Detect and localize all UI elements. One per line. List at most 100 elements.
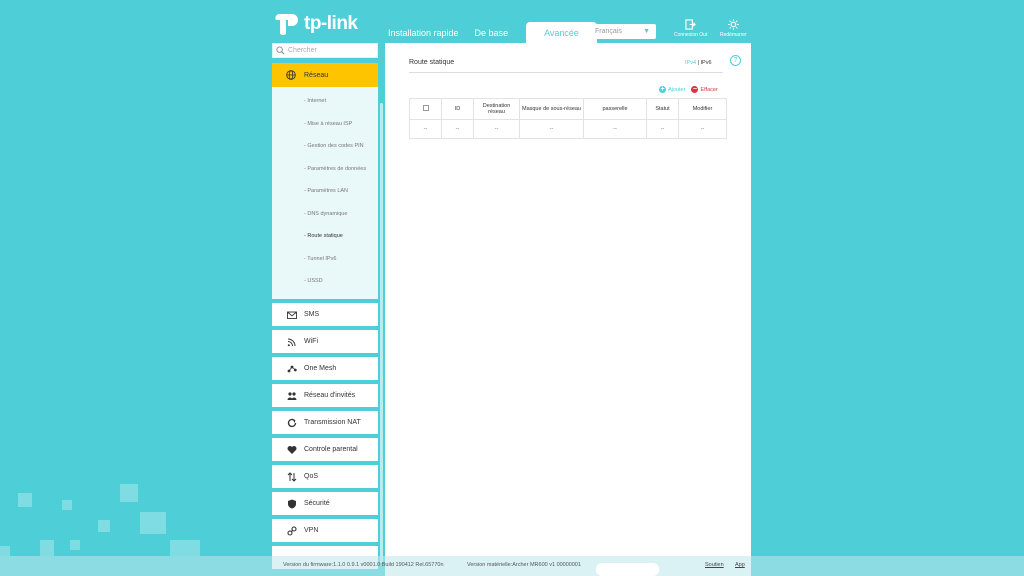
table-cell: -- bbox=[678, 119, 727, 139]
table-cell: -- bbox=[409, 119, 442, 139]
sidebar-item-parental-control[interactable]: Controle parental bbox=[272, 438, 378, 461]
sidebar-item-label: Sécurité bbox=[304, 500, 330, 507]
search-input[interactable]: Chercher bbox=[272, 43, 378, 58]
submenu-ussd[interactable]: - USSD bbox=[272, 270, 378, 293]
sidebar-item-vpn[interactable]: VPN bbox=[272, 519, 378, 542]
header-modify: Modifier bbox=[678, 98, 727, 120]
page-title: Route statique bbox=[409, 59, 455, 66]
minus-icon: − bbox=[691, 86, 699, 93]
mesh-icon bbox=[287, 365, 297, 372]
submenu-ipv6-tunnel[interactable]: - Tunnel IPv6 bbox=[272, 248, 378, 271]
search-icon bbox=[276, 46, 285, 55]
background-decoration bbox=[0, 546, 10, 556]
plus-icon: + bbox=[659, 86, 666, 93]
search-placeholder: Chercher bbox=[288, 47, 317, 54]
logo-icon bbox=[272, 10, 300, 38]
submenu-data-settings[interactable]: - Paramètres de données bbox=[272, 158, 378, 181]
background-decoration bbox=[40, 540, 54, 556]
sidebar: Chercher Réseau - Internet - Mise à rése… bbox=[272, 43, 378, 576]
chevron-down-icon: ▼ bbox=[643, 28, 650, 35]
reboot-button[interactable]: Redémarrer bbox=[720, 19, 747, 38]
sidebar-item-sms[interactable]: SMS bbox=[272, 303, 378, 326]
sidebar-item-guest-network[interactable]: Réseau d'invités bbox=[272, 384, 378, 407]
sidebar-item-security[interactable]: Sécurité bbox=[272, 492, 378, 515]
table-cell: -- bbox=[646, 119, 679, 139]
ipv6-tab[interactable]: IPv6 bbox=[701, 60, 712, 66]
sidebar-item-qos[interactable]: QoS bbox=[272, 465, 378, 488]
hardware-version: Version matérielle:Archer MR600 v1 00000… bbox=[467, 562, 582, 568]
table-cell: -- bbox=[583, 119, 647, 139]
guests-icon bbox=[287, 391, 297, 400]
support-link[interactable]: Soutien bbox=[705, 562, 724, 568]
table-cell: -- bbox=[473, 119, 520, 139]
header-status: Statut bbox=[646, 98, 679, 120]
sidebar-item-label: WiFi bbox=[304, 338, 318, 345]
sidebar-item-label: VPN bbox=[304, 527, 319, 534]
language-select[interactable]: Français ▼ bbox=[589, 24, 656, 39]
wifi-icon bbox=[287, 338, 296, 346]
vpn-icon bbox=[287, 525, 297, 536]
submenu-isp[interactable]: - Mise à réseau ISP bbox=[272, 113, 378, 136]
sidebar-item-label: Controle parental bbox=[304, 446, 358, 453]
table-cell: -- bbox=[441, 119, 474, 139]
submenu-ddns[interactable]: - DNS dynamique bbox=[272, 203, 378, 226]
app-link[interactable]: App bbox=[735, 562, 745, 568]
sidebar-item-nat[interactable]: Transmission NAT bbox=[272, 411, 378, 434]
table-row: -- -- -- -- -- -- -- bbox=[409, 119, 727, 139]
tab-installation-rapide[interactable]: Installation rapide bbox=[380, 22, 467, 44]
divider bbox=[409, 72, 723, 73]
language-value: Français bbox=[595, 28, 622, 35]
submenu-pin[interactable]: - Gestion des codes PIN bbox=[272, 135, 378, 158]
footer: Version du firmware:1.1.0 0.9.1 v0001.0 … bbox=[0, 556, 1024, 576]
select-all-cell bbox=[409, 98, 442, 120]
footer-overlay bbox=[596, 563, 659, 576]
main-panel: Route statique IPv4 | IPv6 ? + Ajouter −… bbox=[385, 43, 751, 576]
table-actions: + Ajouter − Effacer bbox=[659, 86, 718, 93]
table-cell: -- bbox=[519, 119, 584, 139]
sidebar-item-label: Réseau bbox=[304, 71, 329, 79]
background-decoration bbox=[120, 484, 138, 502]
ip-separator: | bbox=[697, 60, 699, 66]
table-header-row: ID Destination réseau Masque de sous-rés… bbox=[409, 98, 727, 120]
submenu-static-route[interactable]: - Route statique bbox=[272, 225, 378, 248]
parental-icon bbox=[287, 445, 297, 454]
tab-de-base[interactable]: De base bbox=[467, 22, 517, 44]
ip-version-switch: IPv4 | IPv6 bbox=[685, 60, 712, 66]
logo-text: tp-link bbox=[304, 13, 358, 34]
logout-button[interactable]: Connexion Out bbox=[674, 19, 707, 38]
header-subnet-mask: Masque de sous-réseau bbox=[519, 98, 584, 120]
static-route-table: ID Destination réseau Masque de sous-rés… bbox=[409, 98, 727, 139]
add-button[interactable]: + Ajouter bbox=[659, 86, 685, 93]
reboot-label: Redémarrer bbox=[720, 32, 747, 38]
globe-icon bbox=[286, 70, 296, 80]
ipv4-tab[interactable]: IPv4 bbox=[685, 60, 696, 66]
sidebar-item-one-mesh[interactable]: One Mesh bbox=[272, 357, 378, 380]
qos-icon bbox=[287, 471, 297, 482]
top-navigation: Installation rapide De base Avancée bbox=[380, 22, 597, 44]
sidebar-item-label: SMS bbox=[304, 311, 320, 318]
logout-label: Connexion Out bbox=[674, 32, 708, 38]
firmware-version: Version du firmware:1.1.0 0.9.1 v0001.0 … bbox=[283, 562, 444, 568]
select-all-checkbox[interactable] bbox=[422, 105, 429, 111]
background-decoration bbox=[70, 540, 80, 550]
envelope-icon bbox=[287, 311, 297, 319]
submenu-internet[interactable]: - Internet bbox=[272, 90, 378, 113]
background-decoration bbox=[140, 512, 166, 534]
help-icon[interactable]: ? bbox=[730, 55, 741, 66]
sidebar-item-label: QoS bbox=[304, 473, 319, 480]
sidebar-item-label: One Mesh bbox=[304, 365, 337, 372]
sidebar-item-wifi[interactable]: WiFi bbox=[272, 330, 378, 353]
header-gateway: passerelle bbox=[583, 98, 647, 120]
sidebar-item-label: Réseau d'invités bbox=[304, 392, 356, 399]
sidebar-item-label: Transmission NAT bbox=[304, 419, 361, 426]
tab-avancee[interactable]: Avancée bbox=[526, 22, 597, 43]
background-decoration bbox=[170, 540, 200, 556]
reboot-icon bbox=[727, 19, 739, 30]
delete-button[interactable]: − Effacer bbox=[691, 86, 718, 93]
submenu-lan[interactable]: - Paramètres LAN bbox=[272, 180, 378, 203]
background-decoration bbox=[18, 493, 32, 507]
sidebar-item-reseau[interactable]: Réseau bbox=[272, 63, 378, 87]
delete-label: Effacer bbox=[700, 86, 718, 93]
sidebar-scrollbar[interactable] bbox=[380, 103, 383, 563]
add-label: Ajouter bbox=[668, 86, 686, 93]
